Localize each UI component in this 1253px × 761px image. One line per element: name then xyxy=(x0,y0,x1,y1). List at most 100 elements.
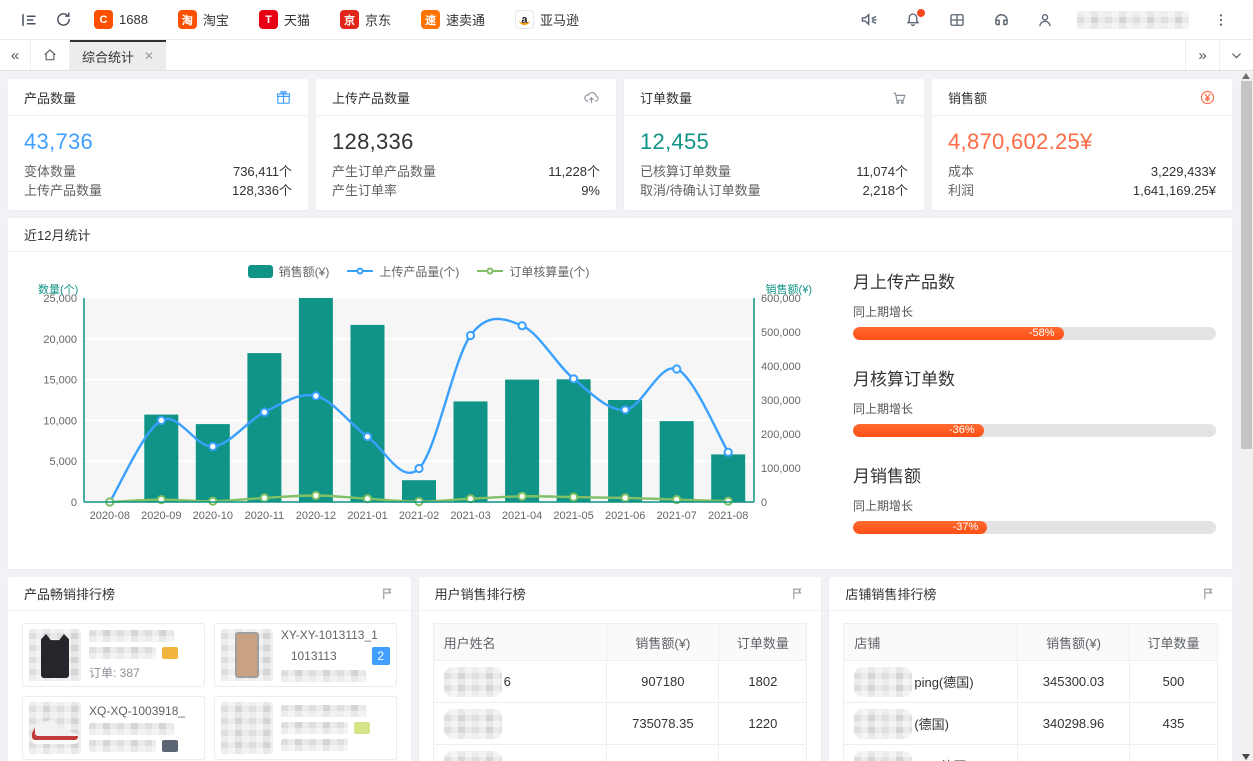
svg-text:2021-07: 2021-07 xyxy=(657,510,697,522)
speaker-icon[interactable] xyxy=(851,6,887,34)
scroll-tabs-right-icon[interactable]: » xyxy=(1185,40,1219,70)
product-card-3[interactable]: XQ-XQ-1003918_ xyxy=(22,696,205,760)
browser-toolbar: C1688 淘淘宝 T天猫 京京东 速速卖通 a亚马逊 xyxy=(0,0,1253,40)
growth-title-1: 月上传产品数 xyxy=(853,268,1216,293)
stat-row-label: 利润 xyxy=(948,181,974,200)
platform-logo-icon: C xyxy=(94,10,113,29)
stat-card-1: 产品数量43,736变体数量736,411个上传产品数量128,336个 xyxy=(8,79,308,210)
platform-tab-5[interactable]: 速速卖通 xyxy=(421,10,485,29)
stat-row-label: 上传产品数量 xyxy=(24,181,102,200)
sales-cell: 735078.35 xyxy=(606,703,718,744)
gift-icon xyxy=(275,89,292,106)
tab-list-chevron-down-icon[interactable] xyxy=(1219,40,1253,70)
masked-text-row xyxy=(281,722,390,734)
stat-card-title: 订单数量 xyxy=(640,88,692,107)
masked-text xyxy=(281,739,348,751)
platform-label: 淘宝 xyxy=(203,10,229,29)
page-tabbar: « 综合统计 ✕ » xyxy=(0,40,1253,71)
kebab-menu-icon[interactable] xyxy=(1203,6,1239,34)
stat-row-value: 3,229,433¥ xyxy=(1151,162,1216,181)
column-header: 订单数量 xyxy=(718,624,806,660)
legend-label: 销售额(¥) xyxy=(279,263,330,280)
apps-grid-icon[interactable] xyxy=(939,6,975,34)
svg-text:2020-11: 2020-11 xyxy=(245,510,285,522)
product-code-2: 1013113 xyxy=(281,649,337,663)
svg-text:200,000: 200,000 xyxy=(761,429,801,441)
scroll-tabs-left-icon[interactable]: « xyxy=(0,40,30,70)
svg-text:2021-04: 2021-04 xyxy=(502,510,542,522)
flag-icon xyxy=(380,586,395,601)
scrollbar-up-arrow[interactable] xyxy=(1242,73,1250,79)
stat-card-value: 128,336 xyxy=(316,116,616,162)
stat-card-header: 产品数量 xyxy=(8,79,308,116)
stat-card-value: 43,736 xyxy=(8,116,308,162)
gift-icon xyxy=(275,89,292,106)
scrollbar-down-arrow[interactable] xyxy=(1242,754,1250,760)
product-card-4[interactable] xyxy=(214,696,397,760)
user-name-cell: 6 xyxy=(434,663,607,701)
stat-card-title: 销售额 xyxy=(948,88,987,107)
product-code: XQ-XQ-1003918_ xyxy=(89,704,198,718)
stat-row-value: 11,228个 xyxy=(548,162,600,181)
bell-icon[interactable] xyxy=(895,6,931,34)
close-tab-icon[interactable]: ✕ xyxy=(144,49,154,63)
collapse-menu-icon[interactable] xyxy=(12,6,46,34)
platform-logo-icon: 淘 xyxy=(178,10,197,29)
tab-comprehensive-statistics[interactable]: 综合统计 ✕ xyxy=(70,40,166,70)
stat-card-row: 成本3,229,433¥ xyxy=(932,162,1232,181)
product-order-count: 订单: 387 xyxy=(89,664,198,681)
legend-item[interactable]: 上传产品量(个) xyxy=(347,263,459,280)
panel-title: 近12月统计 xyxy=(24,225,90,244)
monthly-chart: 05,00010,00015,00020,00025,0000100,00020… xyxy=(10,284,816,536)
panel-title: 店铺销售排行榜 xyxy=(845,584,936,603)
vertical-scrollbar[interactable] xyxy=(1240,72,1253,761)
svg-text:销售额(¥): 销售额(¥) xyxy=(766,284,812,296)
bestseller-cards: 订单: 387 XY-XY-1013113_1 10131132 XQ-XQ-100… xyxy=(8,611,411,761)
shop-name-visible-suffix: (德国) xyxy=(914,714,949,733)
column-header: 店铺 xyxy=(844,629,1017,656)
support-icon[interactable] xyxy=(983,6,1019,34)
product-card-body: XY-XY-1013113_1 10131132 xyxy=(281,629,390,681)
masked-text xyxy=(281,722,348,734)
product-card-body xyxy=(281,702,390,754)
shop-ranking-table: 店铺销售额(¥)订单数量ping(德国)345300.03500(德国)3402… xyxy=(843,623,1218,761)
stat-row-value: 736,411个 xyxy=(233,162,292,181)
sales-cell: 209001.85 xyxy=(1017,745,1129,761)
masked-name xyxy=(854,751,912,761)
home-icon[interactable] xyxy=(30,40,70,70)
cart-icon xyxy=(891,89,908,106)
platform-tab-6[interactable]: a亚马逊 xyxy=(515,10,579,29)
growth-sublabel: 同上期增长 xyxy=(853,303,1216,320)
stat-row-value: 2,218个 xyxy=(862,181,908,200)
column-header: 订单数量 xyxy=(1129,624,1217,660)
product-card-body: 订单: 387 xyxy=(89,629,198,681)
stat-card-header: 订单数量 xyxy=(624,79,924,116)
masked-text-row xyxy=(89,647,198,659)
shop-name-cell: WU(德国) xyxy=(844,747,1017,761)
product-card-1[interactable]: 订单: 387 xyxy=(22,623,205,687)
svg-text:2020-10: 2020-10 xyxy=(193,510,233,522)
svg-text:5,000: 5,000 xyxy=(49,456,77,468)
platform-tab-1[interactable]: C1688 xyxy=(94,10,148,29)
masked-name xyxy=(854,709,912,739)
stat-card-2: 上传产品数量128,336产生订单产品数量11,228个产生订单率9% xyxy=(316,79,616,210)
refresh-icon[interactable] xyxy=(46,6,80,34)
masked-text xyxy=(89,740,156,752)
product-image xyxy=(29,629,81,681)
masked-name xyxy=(444,751,502,761)
legend-item[interactable]: 销售额(¥) xyxy=(248,263,330,280)
stat-cards-row: 产品数量43,736变体数量736,411个上传产品数量128,336个上传产品… xyxy=(8,79,1232,210)
user-account-masked[interactable] xyxy=(1077,11,1189,29)
user-icon[interactable] xyxy=(1027,6,1063,34)
platform-tab-2[interactable]: 淘淘宝 xyxy=(178,10,229,29)
scrollbar-thumb[interactable] xyxy=(1241,81,1252,449)
color-chip xyxy=(162,647,178,659)
product-card-2[interactable]: XY-XY-1013113_1 10131132 xyxy=(214,623,397,687)
column-header: 用户姓名 xyxy=(434,629,607,656)
platform-tab-3[interactable]: T天猫 xyxy=(259,10,310,29)
platform-tab-4[interactable]: 京京东 xyxy=(340,10,391,29)
stat-row-value: 128,336个 xyxy=(232,181,292,200)
stat-card-header: 销售额 xyxy=(932,79,1232,116)
legend-item[interactable]: 订单核算量(个) xyxy=(477,263,589,280)
legend-line-marker xyxy=(347,270,373,272)
